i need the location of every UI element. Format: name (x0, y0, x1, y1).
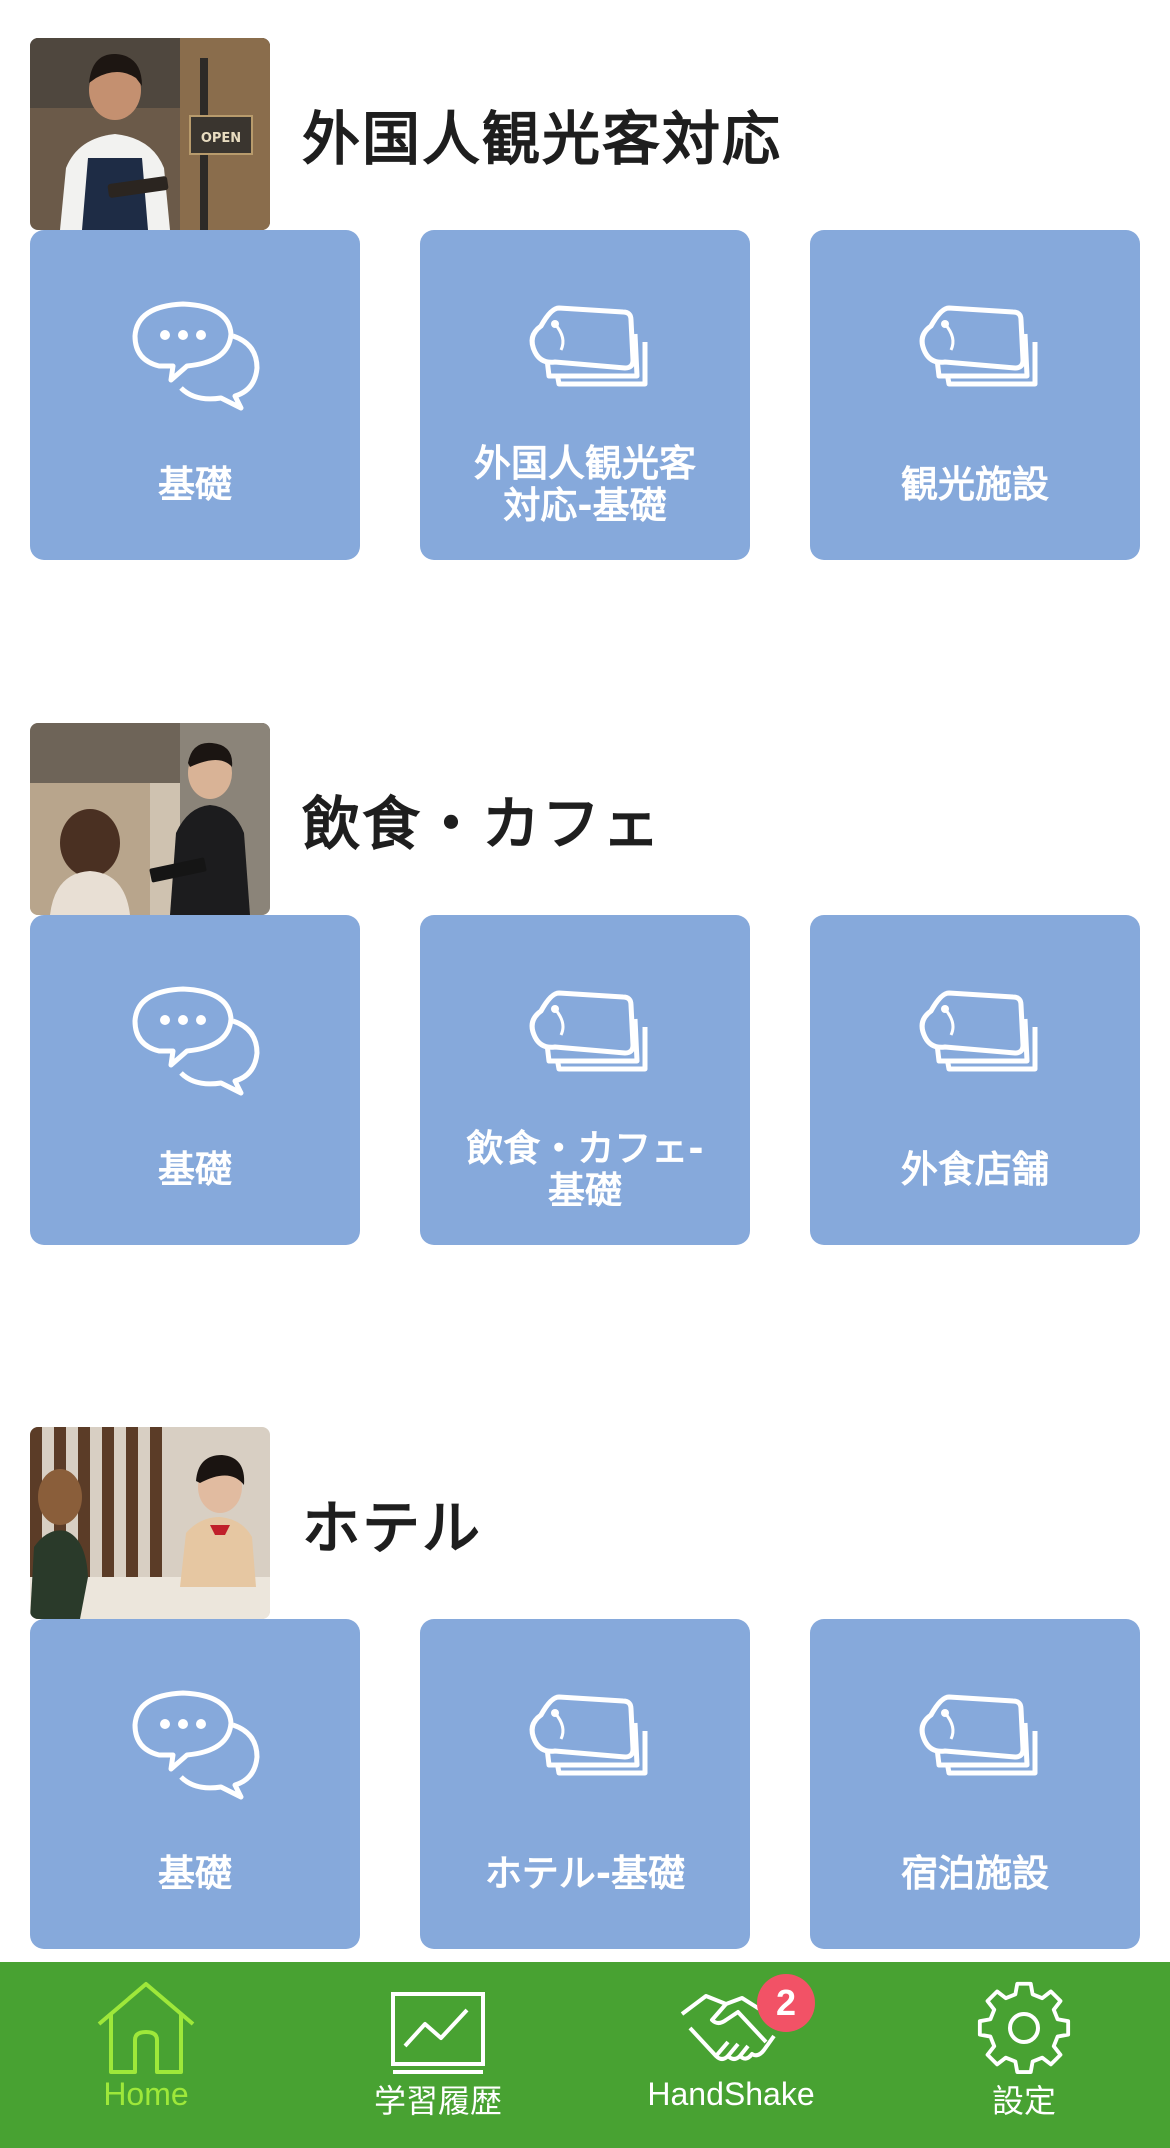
tab-label: 設定 (991, 2083, 1056, 2119)
card-label: 観光施設 (901, 463, 1049, 506)
tab-settings[interactable]: 設定 (878, 1962, 1170, 2148)
flashcards-icon (515, 1681, 655, 1801)
section-photo-waitress: OPEN (30, 38, 270, 230)
flashcards-icon (905, 292, 1045, 412)
tab-label: Home (103, 2076, 189, 2112)
card-label: 外食店舗 (901, 1148, 1049, 1191)
chat-bubbles-icon (125, 292, 265, 412)
chat-bubbles-icon (125, 1681, 265, 1801)
card-basics[interactable]: 基礎 (30, 915, 360, 1245)
card-label: 基礎 (158, 1852, 232, 1895)
section-header: 飲食・カフェ (30, 723, 1140, 915)
card-tourist-basics[interactable]: 外国人観光客 対応-基礎 (420, 230, 750, 560)
section-food-cafe: 飲食・カフェ 基礎 飲食・カフェ- 基礎 外食店舗 (30, 723, 1140, 1245)
card-restaurants[interactable]: 外食店舗 (810, 915, 1140, 1245)
flashcards-icon (515, 977, 655, 1097)
chat-bubbles-icon (125, 977, 265, 1097)
tab-handshake[interactable]: 2 HandShake (585, 1962, 877, 2148)
notification-badge: 2 (757, 1974, 815, 2032)
card-lodging[interactable]: 宿泊施設 (810, 1619, 1140, 1949)
chart-icon (391, 1992, 485, 2074)
card-basics[interactable]: 基礎 (30, 1619, 360, 1949)
flashcards-icon (905, 1681, 1045, 1801)
tab-learning-history[interactable]: 学習履歴 (292, 1962, 584, 2148)
card-hotel-basics[interactable]: ホテル-基礎 (420, 1619, 750, 1949)
flashcards-icon (905, 977, 1045, 1097)
card-label: 外国人観光客 対応-基礎 (474, 442, 696, 527)
section-title: ホテル (302, 1494, 483, 1562)
section-photo-hotel-reception (30, 1427, 270, 1619)
open-sign-text: OPEN (201, 131, 241, 146)
card-label: 基礎 (158, 463, 232, 506)
section-title: 外国人観光客対応 (302, 105, 783, 173)
card-label: ホテル-基礎 (484, 1852, 686, 1895)
card-tourist-facilities[interactable]: 観光施設 (810, 230, 1140, 560)
section-foreign-tourists: OPEN 外国人観光客対応 基礎 外国人観光客 対応-基礎 観光施設 (30, 38, 1140, 560)
tab-home[interactable]: Home (0, 1962, 292, 2148)
tab-label: 学習履歴 (373, 2083, 502, 2119)
card-label: 基礎 (158, 1148, 232, 1191)
card-basics[interactable]: 基礎 (30, 230, 360, 560)
section-header: OPEN 外国人観光客対応 (30, 38, 1140, 230)
flashcards-icon (515, 292, 655, 412)
card-label: 飲食・カフェ- 基礎 (466, 1127, 704, 1212)
card-food-cafe-basics[interactable]: 飲食・カフェ- 基礎 (420, 915, 750, 1245)
section-title: 飲食・カフェ (302, 790, 663, 858)
section-hotel: ホテル 基礎 ホテル-基礎 宿泊施設 (30, 1427, 1140, 1949)
section-photo-waiter (30, 723, 270, 915)
gear-icon (977, 1981, 1071, 2075)
bottom-tab-bar: Home 学習履歴 2 HandShake 設定 (0, 1962, 1170, 2148)
card-label: 宿泊施設 (901, 1852, 1049, 1895)
section-header: ホテル (30, 1427, 1140, 1619)
tab-label: HandShake (647, 2076, 815, 2112)
home-icon (97, 1982, 195, 2074)
